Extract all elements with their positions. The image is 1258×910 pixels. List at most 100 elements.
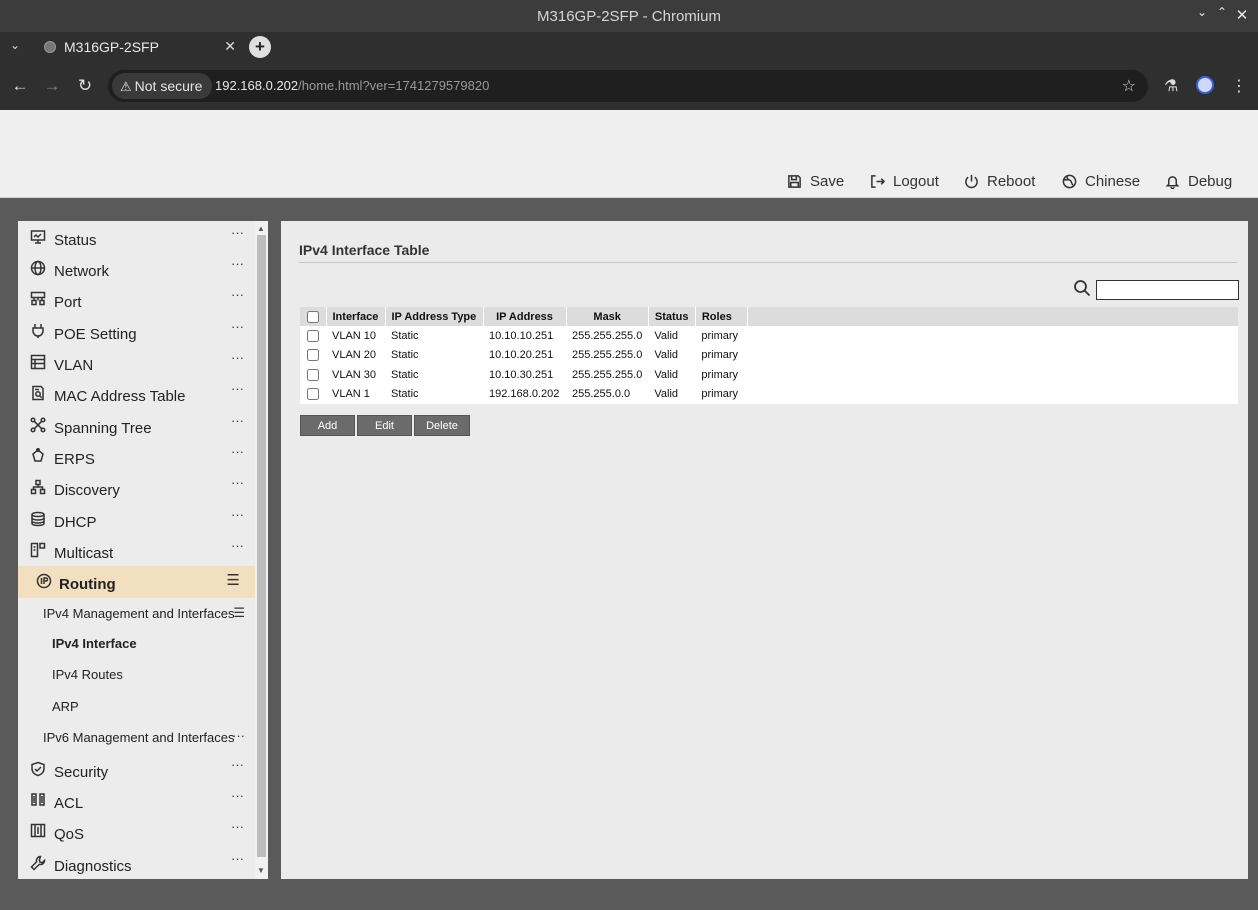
search-input[interactable] xyxy=(1096,280,1239,300)
sidebar-item-routing[interactable]: Routing ☰ xyxy=(18,566,255,598)
debug-button[interactable]: Debug xyxy=(1165,173,1232,190)
window-titlebar: M316GP-2SFP - Chromium ⌄ ⌃ ✕ xyxy=(0,0,1258,32)
url-text[interactable]: 192.168.0.202/home.html?ver=174127957982… xyxy=(215,78,489,93)
column-header-roles[interactable]: Roles xyxy=(695,307,748,326)
submenu-ipv4-routes[interactable]: IPv4 Routes xyxy=(52,667,123,682)
title-divider xyxy=(299,262,1237,263)
monitor-icon xyxy=(30,230,46,244)
more-options-icon[interactable]: ··· xyxy=(231,851,244,866)
close-window-icon[interactable]: ✕ xyxy=(1233,6,1251,24)
row-checkbox[interactable] xyxy=(307,349,319,362)
profile-avatar-icon[interactable] xyxy=(1196,76,1214,94)
more-options-icon[interactable]: ··· xyxy=(231,538,244,553)
sidebar-item-vlan[interactable]: VLAN ··· xyxy=(18,347,255,378)
window-title: M316GP-2SFP - Chromium xyxy=(537,8,721,25)
sidebar-item-port[interactable]: Port ··· xyxy=(18,284,255,315)
submenu-ipv4-management[interactable]: IPv4 Management and Interfaces xyxy=(43,606,235,621)
flask-icon[interactable]: ⚗ xyxy=(1164,76,1178,96)
logout-button[interactable]: Logout xyxy=(870,173,939,190)
tab-close-icon[interactable]: ✕ xyxy=(224,38,236,55)
minimize-icon[interactable]: ⌄ xyxy=(1193,5,1211,19)
table-row[interactable]: VLAN 1 Static 192.168.0.202 255.255.0.0 … xyxy=(300,385,1238,405)
cell-interface: VLAN 1 xyxy=(332,388,370,401)
column-header-ip-address-type[interactable]: IP Address Type xyxy=(385,307,484,326)
table-header-row: Interface IP Address Type IP Address Mas… xyxy=(300,307,1238,326)
sidebar-item-status[interactable]: Status ··· xyxy=(18,222,255,253)
cell-interface: VLAN 30 xyxy=(332,368,377,381)
save-button[interactable]: Save xyxy=(787,173,844,190)
tab-search-chevron-icon[interactable]: ⌄ xyxy=(10,38,20,52)
column-header-mask[interactable]: Mask xyxy=(566,307,649,326)
column-header-ip-address[interactable]: IP Address xyxy=(483,307,567,326)
sidebar-item-discovery[interactable]: Discovery ··· xyxy=(18,472,255,503)
search-icon[interactable] xyxy=(1073,279,1091,297)
reload-icon[interactable]: ↻ xyxy=(75,76,95,96)
select-all-header xyxy=(300,307,327,326)
reboot-button[interactable]: Reboot xyxy=(964,173,1035,190)
expanded-menu-icon[interactable]: ☰ xyxy=(233,605,245,621)
expanded-menu-icon[interactable]: ☰ xyxy=(227,571,240,589)
row-checkbox[interactable] xyxy=(307,388,319,401)
sidebar-item-spanning-tree[interactable]: Spanning Tree ··· xyxy=(18,410,255,441)
sidebar-item-security[interactable]: Security ··· xyxy=(18,754,255,785)
language-button[interactable]: Chinese xyxy=(1062,173,1140,190)
more-options-icon[interactable]: ··· xyxy=(231,413,244,428)
sidebar-item-erps[interactable]: ERPS ··· xyxy=(18,441,255,472)
sidebar-item-acl[interactable]: ACL ··· xyxy=(18,785,255,816)
row-checkbox[interactable] xyxy=(307,329,319,342)
more-options-icon[interactable]: ··· xyxy=(231,507,244,522)
add-button[interactable]: Add xyxy=(300,415,355,436)
address-bar[interactable]: ⚠ Not secure 192.168.0.202/home.html?ver=… xyxy=(108,70,1148,102)
table-row[interactable]: VLAN 20 Static 10.10.20.251 255.255.255.… xyxy=(300,346,1238,366)
list-box-icon xyxy=(30,354,46,370)
browser-tab[interactable]: M316GP-2SFP ✕ xyxy=(32,32,244,62)
sidebar-item-network[interactable]: Network ··· xyxy=(18,253,255,284)
browser-toolbar: ← → ↻ ⚠ Not secure 192.168.0.202/home.htm… xyxy=(0,62,1258,110)
submenu-ipv4-interface[interactable]: IPv4 Interface xyxy=(52,636,137,651)
more-options-icon[interactable]: ··· xyxy=(231,287,244,302)
more-options-icon[interactable]: ··· xyxy=(231,819,244,834)
more-options-icon[interactable]: ··· xyxy=(231,475,244,490)
column-header-status[interactable]: Status xyxy=(648,307,696,326)
sidebar-item-multicast[interactable]: Multicast ··· xyxy=(18,535,255,566)
sidebar-item-diagnostics[interactable]: Diagnostics ··· xyxy=(18,848,255,879)
more-options-icon[interactable]: ··· xyxy=(231,757,244,772)
scroll-down-arrow-icon[interactable]: ▼ xyxy=(257,866,265,875)
security-chip[interactable]: ⚠ Not secure xyxy=(112,73,213,99)
forward-arrow-icon[interactable]: → xyxy=(42,76,62,96)
table-row[interactable]: VLAN 10 Static 10.10.10.251 255.255.255.… xyxy=(300,326,1238,346)
more-options-icon[interactable]: ··· xyxy=(231,256,244,271)
cell-roles: primary xyxy=(701,329,739,342)
sidebar-item-dhcp[interactable]: DHCP ··· xyxy=(18,504,255,535)
cell-status: Valid xyxy=(654,368,679,381)
bookmark-star-icon[interactable]: ☆ xyxy=(1122,76,1136,96)
scroll-up-arrow-icon[interactable]: ▲ xyxy=(257,224,265,233)
more-options-icon[interactable]: ··· xyxy=(231,381,244,396)
submenu-ipv6-management[interactable]: IPv6 Management and Interfaces xyxy=(43,730,235,745)
table-row[interactable]: VLAN 30 Static 10.10.30.251 255.255.255.… xyxy=(300,365,1238,385)
edit-button[interactable]: Edit xyxy=(357,415,412,436)
new-tab-button[interactable]: + xyxy=(249,36,271,58)
sidebar-item-mac-address-table[interactable]: MAC Address Table ··· xyxy=(18,378,255,409)
select-all-checkbox[interactable] xyxy=(307,310,319,323)
sidebar-scrollbar[interactable]: ▲ ▼ xyxy=(255,221,268,879)
sidebar-item-qos[interactable]: QoS ··· xyxy=(18,816,255,847)
submenu-arp[interactable]: ARP xyxy=(52,699,79,714)
acl-icon xyxy=(31,793,45,806)
kebab-menu-icon[interactable]: ⋮ xyxy=(1231,76,1247,96)
more-options-icon[interactable]: ··· xyxy=(231,350,244,365)
more-options-icon[interactable]: ··· xyxy=(231,225,244,240)
delete-button[interactable]: Delete xyxy=(414,415,470,436)
hierarchy-icon xyxy=(30,479,46,495)
more-options-icon[interactable]: ··· xyxy=(231,319,244,334)
more-options-icon[interactable]: ··· xyxy=(231,788,244,803)
sidebar-item-poe-setting[interactable]: POE Setting ··· xyxy=(18,316,255,347)
more-options-icon[interactable]: ··· xyxy=(231,444,244,459)
row-checkbox[interactable] xyxy=(307,368,319,381)
scrollbar-thumb[interactable] xyxy=(257,235,266,857)
column-header-interface[interactable]: Interface xyxy=(326,307,386,326)
sidebar-item-label: Spanning Tree xyxy=(54,420,152,437)
back-arrow-icon[interactable]: ← xyxy=(10,76,30,96)
maximize-icon[interactable]: ⌃ xyxy=(1213,5,1231,19)
more-options-icon[interactable]: ··· xyxy=(232,728,245,743)
